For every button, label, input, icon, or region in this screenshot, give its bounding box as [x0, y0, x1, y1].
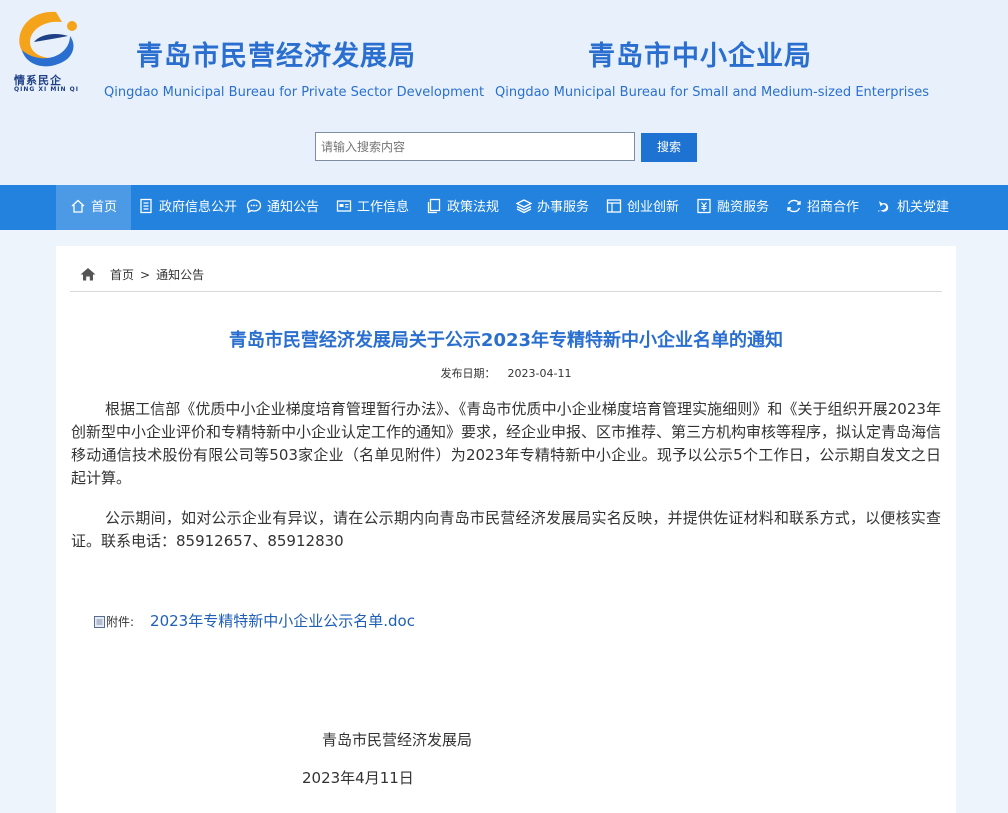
search-button-label: 搜索 [656, 140, 681, 154]
publish-date-label: 发布日期： [440, 367, 496, 380]
breadcrumb-home[interactable]: 首页 [110, 268, 134, 282]
signature: 青岛市民营经济发展局 [322, 731, 473, 749]
nav-label: 招商合作 [807, 200, 860, 215]
nav-label: 办事服务 [537, 200, 590, 215]
nav-item-innovation[interactable]: 创业创新 [606, 185, 679, 230]
card-icon [336, 199, 352, 212]
nav-item-gov-info[interactable]: 政府信息公开 [138, 185, 237, 230]
nav-label: 融资服务 [717, 200, 770, 215]
article-paragraph: 根据工信部《优质中小企业梯度培育管理暂行办法》、《青岛市优质中小企业梯度培育管理… [71, 400, 942, 487]
nav-label: 政策法规 [447, 200, 500, 215]
layers-icon [516, 198, 532, 213]
nav-label: 首页 [91, 200, 118, 215]
nav-item-home[interactable]: 首页 [56, 185, 131, 230]
home-icon [71, 199, 85, 213]
home-icon[interactable] [80, 267, 96, 281]
attachment-label: 附件: [106, 615, 135, 629]
header: 情系民企 QING XI MIN QI 青岛市民营经济发展局 Qingdao M… [0, 0, 1008, 185]
article-paragraph: 公示期间，如对公示企业有异议，请在公示期内向青岛市民营经济发展局实名反映，并提供… [71, 509, 941, 550]
publish-date: 发布日期： 2023-04-11 [56, 365, 956, 381]
publish-date-value: 2023-04-11 [507, 367, 572, 380]
org2-name-en: Qingdao Municipal Bureau for Small and M… [495, 85, 929, 100]
org-sme: 青岛市中小企业局 Qingdao Municipal Bureau for Sm… [495, 34, 929, 100]
signature-date: 2023年4月11日 [302, 769, 414, 787]
nav-label: 通知公告 [267, 200, 320, 215]
chat-icon [246, 198, 262, 213]
nav-item-party-building[interactable]: 机关党建 [876, 185, 949, 230]
search-input[interactable] [315, 132, 635, 161]
org1-name-en: Qingdao Municipal Bureau for Private Sec… [104, 85, 485, 100]
org-private-sector: 青岛市民营经济发展局 Qingdao Municipal Bureau for … [104, 34, 484, 100]
article-container: 首页 > 通知公告 青岛市民营经济发展局关于公示2023年专精特新中小企业名单的通知… [56, 246, 956, 813]
attachment-file-icon [94, 615, 105, 628]
attachment: 附件: 2023年专精特新中小企业公示名单.doc [94, 610, 415, 631]
nav-label: 政府信息公开 [159, 200, 238, 215]
logo-subtext: QING XI MIN QI [14, 86, 79, 93]
refresh-icon [787, 199, 801, 212]
nav-item-policy[interactable]: 政策法规 [426, 185, 499, 230]
nav-label: 创业创新 [627, 200, 680, 215]
nav-item-investment[interactable]: 招商合作 [786, 185, 859, 230]
main-nav: 首页 政府信息公开 通知公告 工作信息 政策法规 办事服务 创业创新 融资服务 … [0, 185, 1008, 230]
breadcrumb-separator: > [140, 268, 151, 282]
document-icon [140, 198, 152, 213]
search-button[interactable]: 搜索 [641, 133, 697, 162]
nav-label: 工作信息 [357, 200, 410, 215]
copy-icon [427, 198, 441, 213]
article-title: 青岛市民营经济发展局关于公示2023年专精特新中小企业名单的通知 [228, 330, 784, 351]
money-icon [697, 198, 711, 213]
nav-label: 机关党建 [897, 200, 950, 215]
breadcrumb-current[interactable]: 通知公告 [156, 268, 204, 282]
party-emblem-icon [878, 200, 889, 212]
nav-item-work-info[interactable]: 工作信息 [336, 185, 409, 230]
nav-item-notices[interactable]: 通知公告 [246, 185, 319, 230]
org1-name-cn: 青岛市民营经济发展局 [136, 41, 416, 72]
nav-item-services[interactable]: 办事服务 [516, 185, 589, 230]
breadcrumb: 首页 > 通知公告 [80, 266, 204, 283]
nav-item-financing[interactable]: 融资服务 [696, 185, 769, 230]
divider [70, 291, 942, 292]
attachment-link[interactable]: 2023年专精特新中小企业公示名单.doc [150, 612, 415, 630]
org2-name-cn: 青岛市中小企业局 [588, 41, 812, 72]
window-icon [606, 198, 622, 213]
